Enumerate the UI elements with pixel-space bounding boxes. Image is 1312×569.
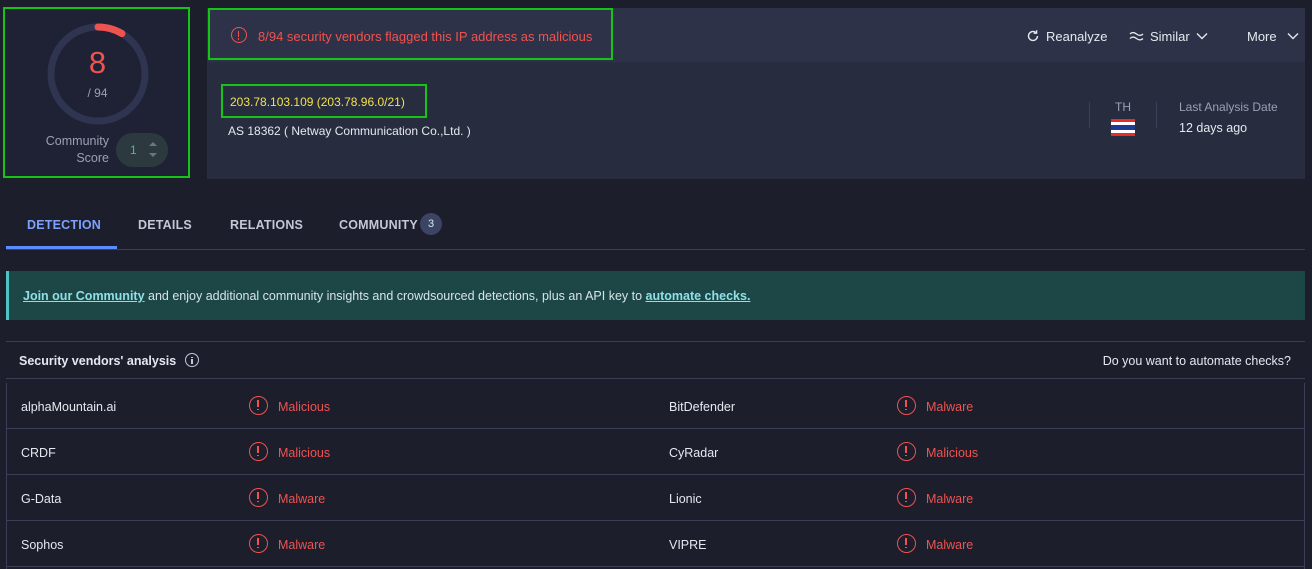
similar-icon <box>1129 31 1144 41</box>
table-row: G-Data Malware Lionic Malware <box>7 475 1304 521</box>
table-row: Sophos Malware VIPRE Malware <box>7 521 1304 567</box>
vendor-name: CyRadar <box>669 446 719 460</box>
active-tab-indicator <box>6 246 117 249</box>
alert-circle-icon <box>249 396 268 415</box>
alert-circle-icon <box>897 488 916 507</box>
alert-circle-icon <box>249 488 268 507</box>
community-score-vote[interactable]: 1 <box>116 133 168 167</box>
as-owner: AS 18362 ( Netway Communication Co.,Ltd.… <box>228 124 471 138</box>
chevron-down-icon <box>1287 33 1299 40</box>
detection-score-card: 8 / 94 Community Score 1 <box>3 7 190 178</box>
table-row: CRDF Malicious CyRadar Malicious <box>7 429 1304 475</box>
last-analysis-label: Last Analysis Date <box>1179 100 1278 114</box>
vendors-table: alphaMountain.ai Malicious BitDefender M… <box>6 383 1305 569</box>
reanalyze-button[interactable]: Reanalyze <box>1026 28 1107 44</box>
vendor-name: G-Data <box>21 492 62 506</box>
chevron-down-icon <box>1196 33 1208 40</box>
malicious-alert: 8/94 security vendors flagged this IP ad… <box>208 8 613 60</box>
join-community-link[interactable]: Join our Community <box>23 289 145 303</box>
vendors-analysis-title: Security vendors' analysis <box>19 354 177 368</box>
info-icon[interactable] <box>185 353 199 367</box>
community-score-label: Community Score <box>45 134 109 165</box>
alert-circle-icon <box>897 442 916 461</box>
vendor-result: Malicious <box>278 446 331 460</box>
more-label: More <box>1247 28 1277 44</box>
alert-text: 8/94 security vendors flagged this IP ad… <box>258 29 593 44</box>
automate-checks-prompt[interactable]: Do you want to automate checks? <box>1103 354 1291 368</box>
vote-down-icon[interactable] <box>149 153 157 157</box>
country-code: TH <box>1115 100 1131 114</box>
banner-middle-text: and enjoy additional community insights … <box>144 289 646 303</box>
divider <box>1156 102 1157 128</box>
alert-circle-icon <box>897 534 916 553</box>
vendor-name: alphaMountain.ai <box>21 400 117 414</box>
alert-circle-icon <box>249 442 268 461</box>
table-row: alphaMountain.ai Malicious BitDefender M… <box>7 383 1304 429</box>
vote-up-icon[interactable] <box>149 142 157 146</box>
divider <box>1089 102 1090 128</box>
vendor-result: Malware <box>278 492 326 506</box>
vendors-analysis-header: Security vendors' analysis Do you want t… <box>6 341 1305 379</box>
alert-circle-icon <box>231 27 247 43</box>
tab-relations[interactable]: RELATIONS <box>230 218 303 232</box>
ip-address-highlight: 203.78.103.109 (203.78.96.0/21) <box>221 84 427 118</box>
banner-text: Join our Community and enjoy additional … <box>23 289 750 303</box>
ip-header-panel: 8/94 security vendors flagged this IP ad… <box>207 8 1305 179</box>
thailand-flag-icon <box>1111 119 1135 136</box>
similar-label: Similar <box>1150 28 1190 44</box>
tab-community[interactable]: COMMUNITY <box>339 218 418 232</box>
alert-circle-icon <box>897 396 916 415</box>
detection-count: 8 <box>88 45 107 80</box>
similar-button[interactable]: Similar <box>1129 28 1208 44</box>
tab-bar: DETECTION DETAILS RELATIONS COMMUNITY 3 <box>6 205 1305 250</box>
vendor-name: Sophos <box>21 538 64 552</box>
vendor-result: Malware <box>926 400 974 414</box>
vendor-result: Malware <box>926 492 974 506</box>
vendor-total: / 94 <box>87 86 108 100</box>
reanalyze-label: Reanalyze <box>1046 28 1108 44</box>
more-button[interactable]: More <box>1247 28 1299 44</box>
refresh-icon <box>1027 30 1039 42</box>
vendor-name: VIPRE <box>669 538 707 552</box>
tab-detection[interactable]: DETECTION <box>27 218 101 232</box>
vendor-name: Lionic <box>669 492 702 506</box>
alert-circle-icon <box>249 534 268 553</box>
header-top-bar: 8/94 security vendors flagged this IP ad… <box>207 8 1305 62</box>
last-analysis-value: 12 days ago <box>1179 121 1248 135</box>
community-score-value: 1 <box>130 143 137 157</box>
community-banner: Join our Community and enjoy additional … <box>6 271 1305 320</box>
ip-address[interactable]: 203.78.103.109 (203.78.96.0/21) <box>230 95 405 109</box>
vendor-result: Malware <box>926 538 974 552</box>
automate-checks-link[interactable]: automate checks. <box>646 289 751 303</box>
vendor-name: BitDefender <box>669 400 736 414</box>
vendor-name: CRDF <box>21 446 56 460</box>
tab-details[interactable]: DETAILS <box>138 218 192 232</box>
vendor-result: Malicious <box>926 446 979 460</box>
vendor-result: Malware <box>278 538 326 552</box>
vendor-result: Malicious <box>278 400 331 414</box>
community-count-badge: 3 <box>420 213 442 235</box>
